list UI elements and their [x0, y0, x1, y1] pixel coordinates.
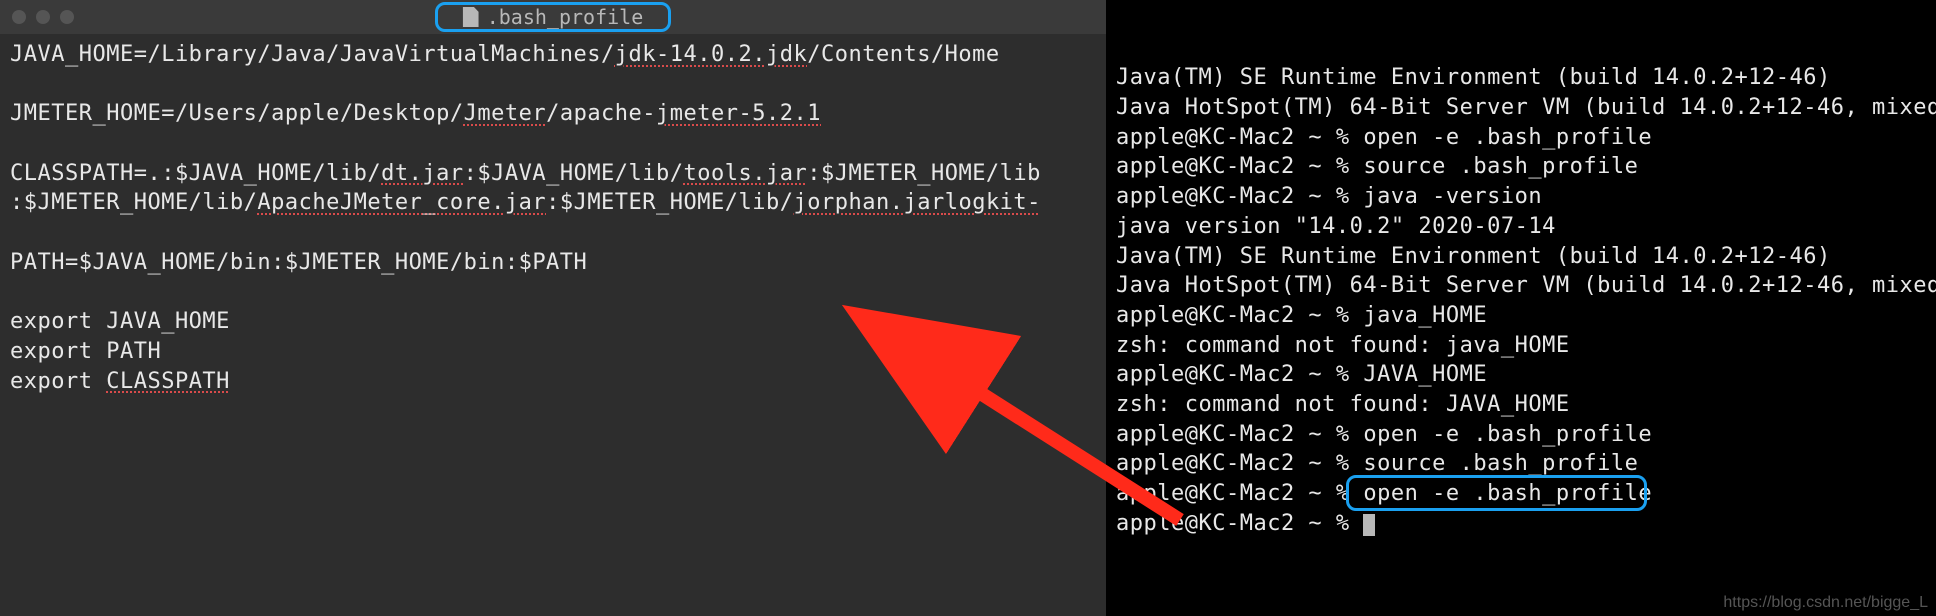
editor-titlebar: .bash_profile — [0, 0, 1106, 34]
editor-line: JMETER_HOME=/Users/apple/Desktop/Jmeter/… — [10, 99, 1096, 129]
editor-line: :$JMETER_HOME/lib/ApacheJMeter_core.jar:… — [10, 188, 1096, 218]
terminal-line: apple@KC-Mac2 ~ % java_HOME — [1116, 301, 1936, 331]
terminal-line: zsh: command not found: java_HOME — [1116, 331, 1936, 361]
editor-line — [10, 278, 1096, 308]
editor-line — [10, 70, 1096, 100]
terminal-line: apple@KC-Mac2 ~ % — [1116, 509, 1936, 539]
editor-line: export CLASSPATH — [10, 367, 1096, 397]
editor-line: export PATH — [10, 337, 1096, 367]
zoom-icon[interactable] — [60, 10, 74, 24]
cursor-icon — [1363, 514, 1375, 536]
editor-line: PATH=$JAVA_HOME/bin:$JMETER_HOME/bin:$PA… — [10, 248, 1096, 278]
editor-line: JAVA_HOME=/Library/Java/JavaVirtualMachi… — [10, 40, 1096, 70]
document-icon — [463, 7, 479, 27]
minimize-icon[interactable] — [36, 10, 50, 24]
terminal-line: apple@KC-Mac2 ~ % source .bash_profile — [1116, 152, 1936, 182]
terminal-line: Java HotSpot(TM) 64-Bit Server VM (build… — [1116, 271, 1936, 301]
terminal-line: Java(TM) SE Runtime Environment (build 1… — [1116, 63, 1936, 93]
traffic-lights — [12, 10, 74, 24]
editor-window: .bash_profile JAVA_HOME=/Library/Java/Ja… — [0, 0, 1106, 616]
terminal-line: apple@KC-Mac2 ~ % open -e .bash_profile — [1116, 123, 1936, 153]
terminal-line: zsh: command not found: JAVA_HOME — [1116, 390, 1936, 420]
watermark-text: https://blog.csdn.net/bigge_L — [1723, 594, 1928, 612]
close-icon[interactable] — [12, 10, 26, 24]
terminal-window[interactable]: Java(TM) SE Runtime Environment (build 1… — [1106, 0, 1936, 616]
terminal-line: Java HotSpot(TM) 64-Bit Server VM (build… — [1116, 93, 1936, 123]
terminal-line: apple@KC-Mac2 ~ % source .bash_profile — [1116, 449, 1936, 479]
terminal-line: apple@KC-Mac2 ~ % open -e .bash_profile — [1116, 420, 1936, 450]
terminal-line: java version "14.0.2" 2020-07-14 — [1116, 212, 1936, 242]
editor-title-text: .bash_profile — [487, 5, 644, 29]
terminal-line: apple@KC-Mac2 ~ % open -e .bash_profile — [1116, 479, 1936, 509]
editor-line — [10, 129, 1096, 159]
terminal-line: apple@KC-Mac2 ~ % java -version — [1116, 182, 1936, 212]
terminal-line: apple@KC-Mac2 ~ % JAVA_HOME — [1116, 360, 1936, 390]
editor-line: CLASSPATH=.:$JAVA_HOME/lib/dt.jar:$JAVA_… — [10, 159, 1096, 189]
editor-content[interactable]: JAVA_HOME=/Library/Java/JavaVirtualMachi… — [0, 34, 1106, 616]
editor-line — [10, 218, 1096, 248]
editor-title: .bash_profile — [463, 5, 644, 29]
editor-line: export JAVA_HOME — [10, 307, 1096, 337]
terminal-line: Java(TM) SE Runtime Environment (build 1… — [1116, 242, 1936, 272]
